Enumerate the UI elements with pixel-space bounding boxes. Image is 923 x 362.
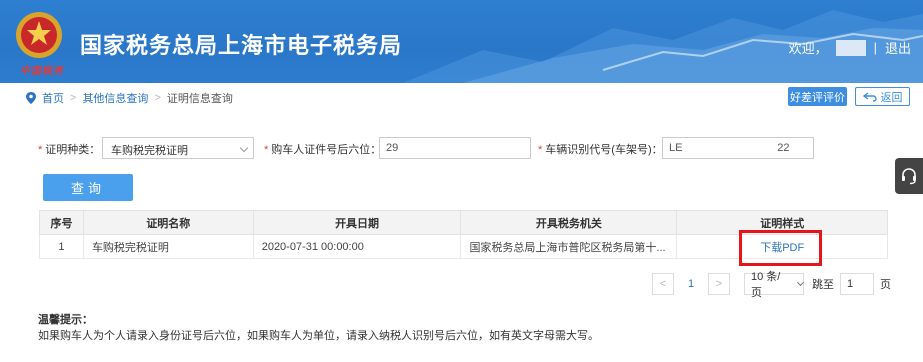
tips-title: 温馨提示： [38, 314, 93, 326]
breadcrumb-separator: > [154, 92, 161, 104]
cert-type-select[interactable]: 车购税完税证明 [102, 137, 254, 159]
back-arrow-icon [862, 91, 877, 102]
prev-page-button[interactable]: < [652, 273, 674, 295]
table-row: 1 车购税完税证明 2020-07-31 00:00:00 国家税务总局上海市普… [39, 234, 888, 259]
evaluate-button[interactable]: 好差评评价 [788, 87, 847, 106]
id-last6-label: * 购车人证件号后六位： [264, 144, 382, 156]
col-index: 序号 [39, 210, 84, 235]
brand-signature: 中国税务 [20, 66, 64, 77]
location-pin-icon [26, 92, 36, 104]
welcome-text: 欢迎， [788, 41, 828, 56]
pagination: < 1 > 10 条/页 跳至 1 页 [652, 271, 891, 299]
chevron-down-icon [797, 279, 805, 286]
breadcrumb: 首页 > 其他信息查询 > 证明信息查询 [26, 90, 233, 106]
breadcrumb-separator: > [70, 92, 77, 104]
results-table: 序号 证明名称 开具日期 开具税务机关 证明样式 1 车购税完税证明 2020-… [39, 210, 888, 259]
col-style: 证明样式 [676, 210, 888, 235]
back-button-label: 返回 [880, 91, 903, 104]
site-title: 国家税务总局上海市电子税务局 [80, 33, 403, 58]
tips-text: 如果购车人为个人请录入身份证号后六位，如果购车人为单位，请录入纳税人识别号后六位… [38, 330, 599, 342]
breadcrumb-current: 证明信息查询 [166, 93, 233, 105]
cell-authority: 国家税务总局上海市普陀区税务局第十... [460, 234, 678, 259]
breadcrumb-other-info[interactable]: 其他信息查询 [82, 90, 148, 106]
chevron-down-icon [239, 143, 249, 153]
col-date: 开具日期 [252, 210, 462, 235]
breadcrumb-home[interactable]: 首页 [42, 90, 64, 106]
col-name: 证明名称 [82, 210, 254, 235]
cell-index: 1 [39, 234, 84, 259]
goto-page-input[interactable]: 1 [840, 273, 874, 295]
page-number-current[interactable]: 1 [674, 278, 708, 290]
page-size-select[interactable]: 10 条/页 [744, 271, 805, 299]
help-float-button[interactable] [895, 158, 923, 194]
site-header: 中国税务 国家税务总局上海市电子税务局 欢迎， | 退出 [0, 0, 923, 83]
query-button[interactable]: 查询 [43, 174, 133, 201]
logout-link[interactable]: 退出 [885, 38, 911, 57]
username-redacted [835, 39, 866, 56]
back-button[interactable]: 返回 [855, 87, 910, 106]
cell-style: 下载PDF [676, 234, 888, 259]
table-header-row: 序号 证明名称 开具日期 开具税务机关 证明样式 [39, 210, 888, 235]
headset-icon [902, 168, 916, 185]
cell-name: 车购税完税证明 [82, 234, 254, 259]
cell-date: 2020-07-31 00:00:00 [252, 234, 462, 259]
col-authority: 开具税务机关 [460, 210, 678, 235]
vin-input[interactable]: LE 22 [662, 137, 814, 159]
cert-type-label: * 证明种类： [38, 144, 101, 156]
id-last6-input[interactable]: 29 [379, 137, 531, 159]
goto-label: 跳至 [812, 279, 834, 291]
user-area: 欢迎， | 退出 [789, 38, 911, 57]
goto-unit: 页 [880, 279, 891, 291]
download-pdf-link[interactable]: 下载PDF [760, 242, 804, 254]
tax-emblem-icon [16, 12, 62, 58]
vin-label: * 车辆识别代号(车架号)： [538, 144, 663, 156]
divider: | [873, 40, 877, 55]
next-page-button[interactable]: > [708, 273, 730, 295]
